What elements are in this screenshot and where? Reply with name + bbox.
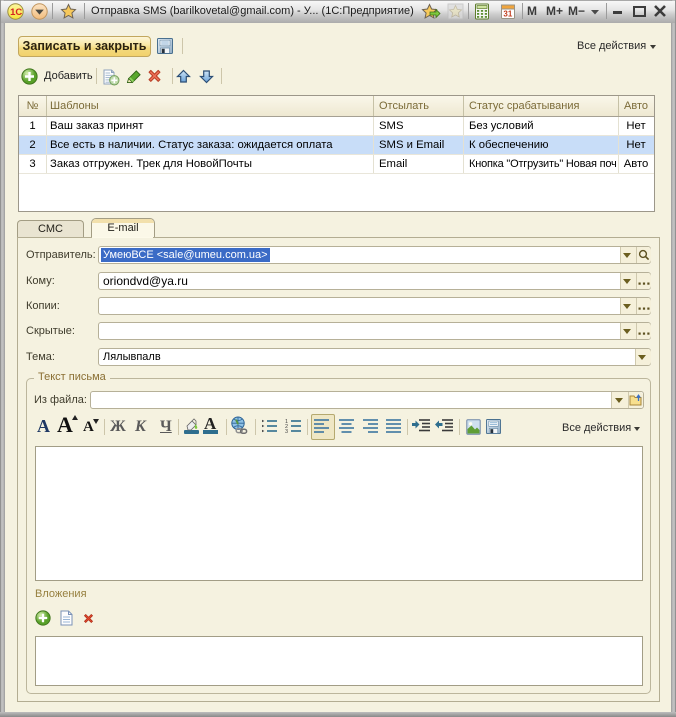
svg-text:3: 3 <box>285 429 288 434</box>
svg-text:31: 31 <box>503 10 512 19</box>
svg-text:1С: 1С <box>10 7 22 18</box>
